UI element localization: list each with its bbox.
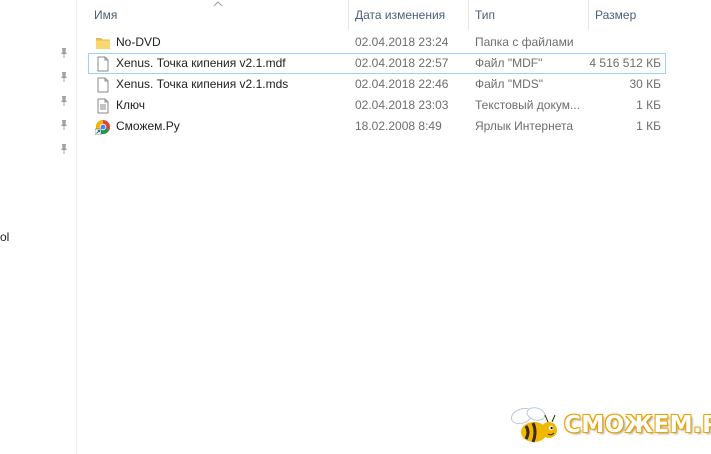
file-name: No-DVD	[116, 35, 161, 49]
file-size	[589, 33, 661, 52]
pin-icon[interactable]	[57, 94, 71, 108]
navigation-pane: ol	[0, 0, 77, 454]
file-type: Файл "MDF"	[475, 56, 543, 70]
watermark-logo: СМОЖЕМ.РУ	[508, 404, 711, 448]
folder-icon	[96, 38, 110, 49]
pin-icon[interactable]	[57, 142, 71, 156]
file-size: 1 КБ	[636, 98, 661, 112]
column-header: Имя Дата изменения Тип Размер	[88, 0, 668, 30]
file-row-selected[interactable]: Xenus. Точка кипения v2.1.mdf 02.04.2018…	[88, 53, 666, 74]
file-date: 02.04.2018 23:03	[355, 98, 449, 112]
file-row[interactable]: Ключ 02.04.2018 23:03 Текстовый докум...…	[88, 95, 666, 116]
file-date: 02.04.2018 22:46	[355, 77, 449, 91]
file-row[interactable]: Сможем.Ру 18.02.2008 8:49 Ярлык Интернет…	[88, 116, 666, 137]
file-icon	[97, 77, 109, 93]
file-row[interactable]: Xenus. Точка кипения v2.1.mds 02.04.2018…	[88, 74, 666, 95]
pin-icon[interactable]	[57, 46, 71, 60]
file-type: Ярлык Интернета	[475, 119, 574, 133]
column-header-size[interactable]: Размер	[588, 0, 666, 30]
file-name: Xenus. Точка кипения v2.1.mds	[116, 77, 289, 91]
column-header-name[interactable]: Имя	[88, 0, 348, 30]
file-name: Сможем.Ру	[116, 119, 180, 133]
column-header-type[interactable]: Тип	[468, 0, 588, 30]
column-header-date[interactable]: Дата изменения	[348, 0, 468, 30]
pin-icon[interactable]	[57, 118, 71, 132]
pin-icon[interactable]	[57, 70, 71, 84]
file-size: 4 516 512 КБ	[589, 56, 661, 70]
file-name: Xenus. Точка кипения v2.1.mdf	[116, 56, 286, 70]
file-size: 1 КБ	[636, 119, 661, 133]
file-type: Текстовый докум...	[475, 98, 580, 112]
file-date: 02.04.2018 22:57	[355, 56, 449, 70]
file-icon	[97, 56, 109, 72]
chrome-shortcut-icon	[95, 120, 110, 135]
file-type: Файл "MDS"	[475, 77, 544, 91]
file-date: 02.04.2018 23:24	[355, 35, 449, 49]
watermark-text: СМОЖЕМ.РУ	[564, 412, 711, 438]
bee-icon	[510, 407, 557, 443]
text-file-icon	[97, 98, 109, 114]
file-row[interactable]: No-DVD 02.04.2018 23:24 Папка с файлами	[88, 32, 666, 53]
file-date: 18.02.2008 8:49	[355, 119, 442, 133]
file-size: 30 КБ	[629, 77, 661, 91]
file-name: Ключ	[116, 98, 145, 112]
nav-item-label[interactable]: ol	[0, 230, 9, 244]
file-type: Папка с файлами	[475, 35, 574, 49]
